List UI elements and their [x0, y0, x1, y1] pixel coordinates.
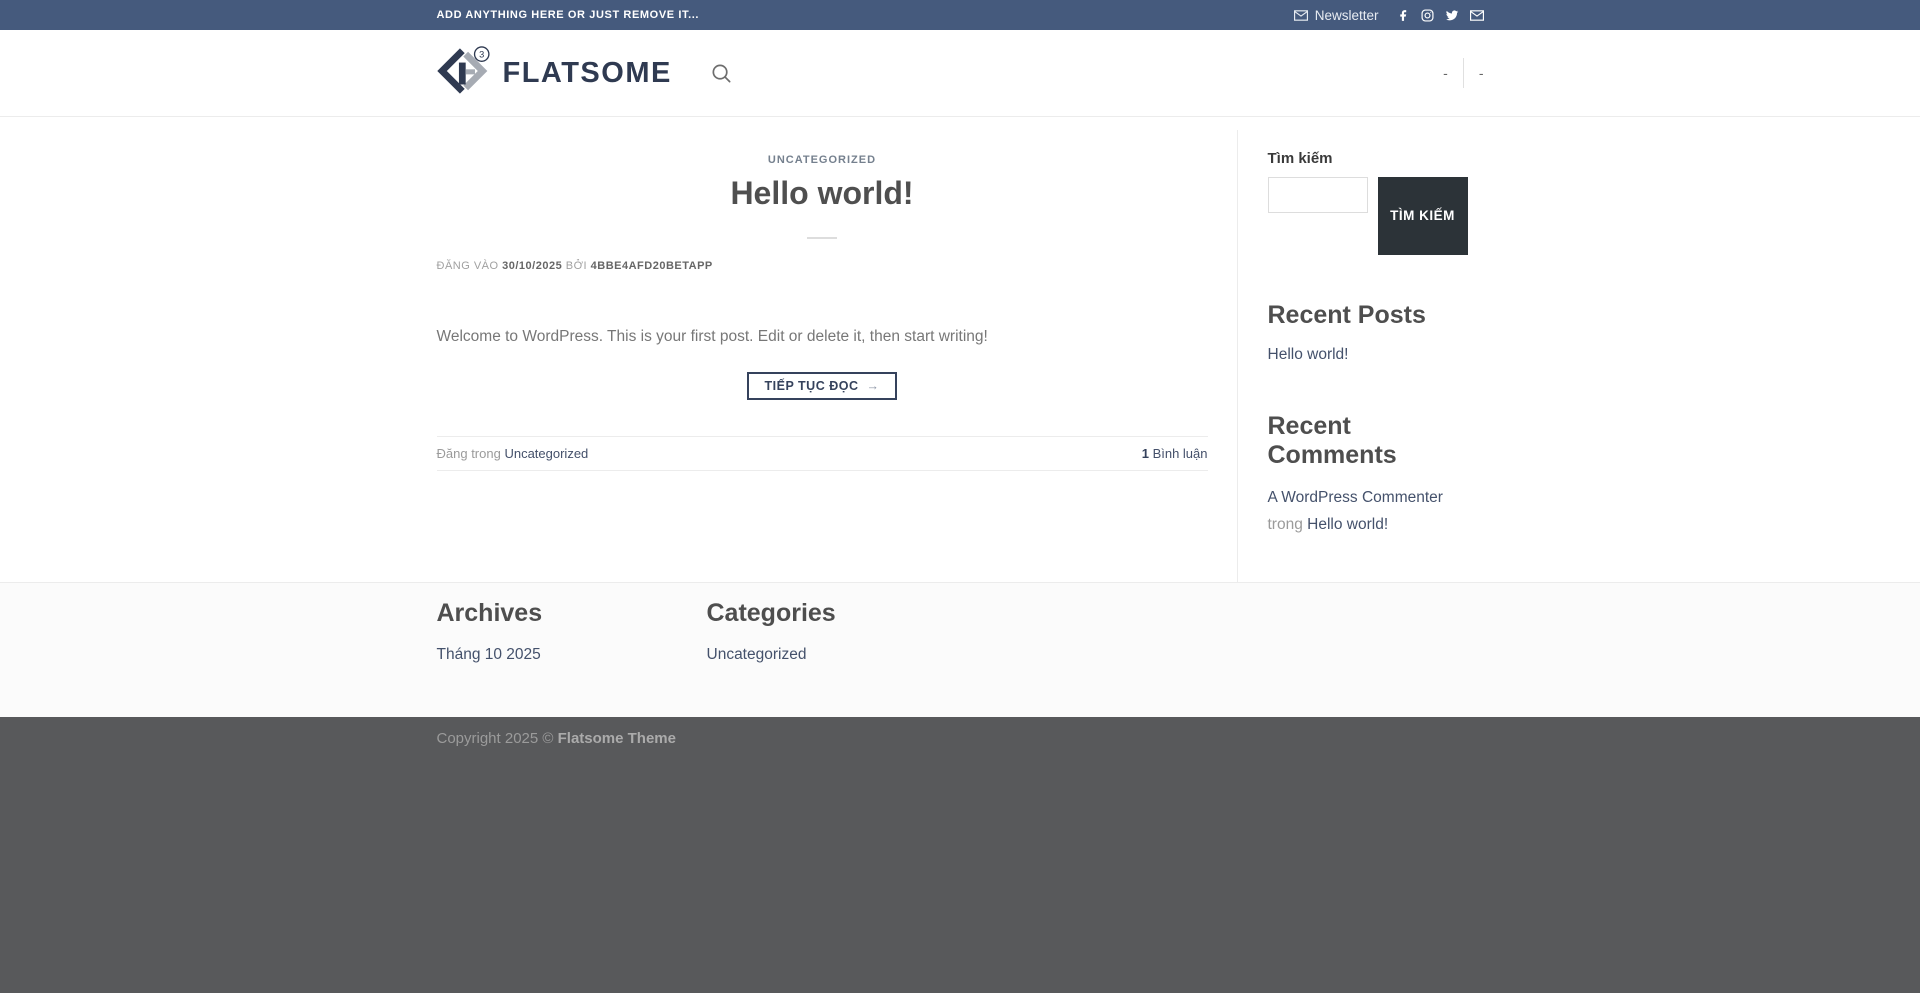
brand-name: FLATSOME — [503, 57, 672, 90]
arrow-right-icon: → — [866, 379, 879, 393]
copyright-brand: Flatsome Theme — [558, 730, 676, 747]
sidebar-search-input[interactable] — [1268, 177, 1368, 213]
archives-title: Archives — [437, 599, 707, 628]
topbar-message: ADD ANYTHING HERE OR JUST REMOVE IT... — [437, 9, 700, 21]
social-links — [1397, 9, 1484, 22]
comments-label: Bình luận — [1153, 446, 1208, 461]
categories-list: Uncategorized — [707, 646, 977, 664]
copyright: Copyright 2025 © Flatsome Theme — [437, 717, 1484, 747]
flatsome-logo-icon: 3 — [437, 43, 491, 104]
post-title[interactable]: Hello world! — [437, 175, 1208, 212]
posted-label: ĐĂNG VÀO — [437, 260, 499, 272]
search-icon[interactable] — [710, 62, 733, 85]
mail-icon[interactable] — [1294, 10, 1308, 21]
newsletter-label: Newsletter — [1315, 8, 1379, 23]
sidebar: Tìm kiếm TÌM KIẾM Recent Posts Hello wor… — [1237, 130, 1484, 582]
post-category-link[interactable]: UNCATEGORIZED — [768, 154, 876, 166]
posted-in-category-link[interactable]: Uncategorized — [504, 446, 588, 461]
newsletter-link[interactable]: Newsletter — [1294, 8, 1379, 23]
posted-in-label: Đăng trong — [437, 446, 501, 461]
post-excerpt: Welcome to WordPress. This is your first… — [437, 325, 1208, 348]
comments-count: 1 — [1142, 446, 1149, 461]
nav-item-left[interactable]: - — [1443, 66, 1448, 80]
post-footer: Đăng trong Uncategorized 1 Bình luận — [437, 436, 1208, 471]
nav-item-right[interactable]: - — [1479, 66, 1484, 80]
sidebar-search-label: Tìm kiếm — [1268, 150, 1484, 167]
archives-list: Tháng 10 2025 — [437, 646, 707, 664]
comment-author-link[interactable]: A WordPress Commenter — [1268, 489, 1443, 506]
sidebar-search-button[interactable]: TÌM KIẾM — [1378, 177, 1468, 255]
categories-title: Categories — [707, 599, 977, 628]
post-column: UNCATEGORIZED Hello world! ĐĂNG VÀO 30/1… — [437, 130, 1208, 582]
comment-post-link[interactable]: Hello world! — [1307, 516, 1388, 533]
instagram-icon[interactable] — [1421, 9, 1434, 22]
posted-in: Đăng trong Uncategorized — [437, 446, 589, 461]
copyright-text: Copyright 2025 © — [437, 730, 558, 747]
list-item: Uncategorized — [707, 646, 977, 664]
main-content: UNCATEGORIZED Hello world! ĐĂNG VÀO 30/1… — [0, 117, 1920, 582]
by-label: BỞI — [566, 260, 587, 272]
read-more-label: TIẾP TỤC ĐỌC — [765, 379, 859, 393]
email-icon[interactable] — [1470, 10, 1484, 21]
post-date[interactable]: 30/10/2025 — [502, 260, 562, 272]
read-more-wrap: TIẾP TỤC ĐỌC → — [437, 372, 1208, 400]
svg-text:3: 3 — [479, 49, 484, 59]
topbar-right: Newsletter — [1294, 8, 1484, 23]
list-item: Tháng 10 2025 — [437, 646, 707, 664]
archives-widget: Archives Tháng 10 2025 — [437, 599, 707, 664]
footer-dark: Copyright 2025 © Flatsome Theme — [0, 717, 1920, 993]
header-nav: - - — [1443, 58, 1483, 88]
recent-posts-title: Recent Posts — [1268, 301, 1484, 330]
comments-link[interactable]: 1 Bình luận — [1142, 446, 1208, 461]
topbar: ADD ANYTHING HERE OR JUST REMOVE IT... N… — [0, 0, 1920, 30]
post-meta: ĐĂNG VÀO 30/10/2025 BỞI 4BBE4AFD20BETAPP — [437, 260, 1208, 272]
recent-comment-item: A WordPress Commenter trong Hello world! — [1268, 484, 1484, 538]
post-category: UNCATEGORIZED — [437, 150, 1208, 168]
footer-widgets: Archives Tháng 10 2025 Categories Uncate… — [0, 582, 1920, 717]
recent-post-link[interactable]: Hello world! — [1268, 346, 1349, 363]
title-divider — [807, 237, 837, 239]
comment-in-label: trong — [1268, 516, 1303, 533]
site-header: 3 FLATSOME - - — [0, 30, 1920, 117]
facebook-icon[interactable] — [1397, 9, 1410, 22]
twitter-icon[interactable] — [1445, 9, 1459, 22]
post: UNCATEGORIZED Hello world! ĐĂNG VÀO 30/1… — [437, 150, 1208, 471]
nav-divider — [1463, 58, 1464, 88]
site-logo[interactable]: 3 FLATSOME — [437, 43, 672, 104]
categories-widget: Categories Uncategorized — [707, 599, 977, 664]
category-link[interactable]: Uncategorized — [707, 646, 807, 663]
read-more-button[interactable]: TIẾP TỤC ĐỌC → — [747, 372, 898, 400]
page: ADD ANYTHING HERE OR JUST REMOVE IT... N… — [0, 0, 1920, 993]
post-author[interactable]: 4BBE4AFD20BETAPP — [591, 260, 713, 272]
sidebar-search-form: TÌM KIẾM — [1268, 177, 1484, 255]
recent-posts-list: Hello world! — [1268, 344, 1484, 366]
recent-comments-title: Recent Comments — [1268, 412, 1484, 470]
list-item: Hello world! — [1268, 344, 1484, 366]
archive-link[interactable]: Tháng 10 2025 — [437, 646, 541, 663]
